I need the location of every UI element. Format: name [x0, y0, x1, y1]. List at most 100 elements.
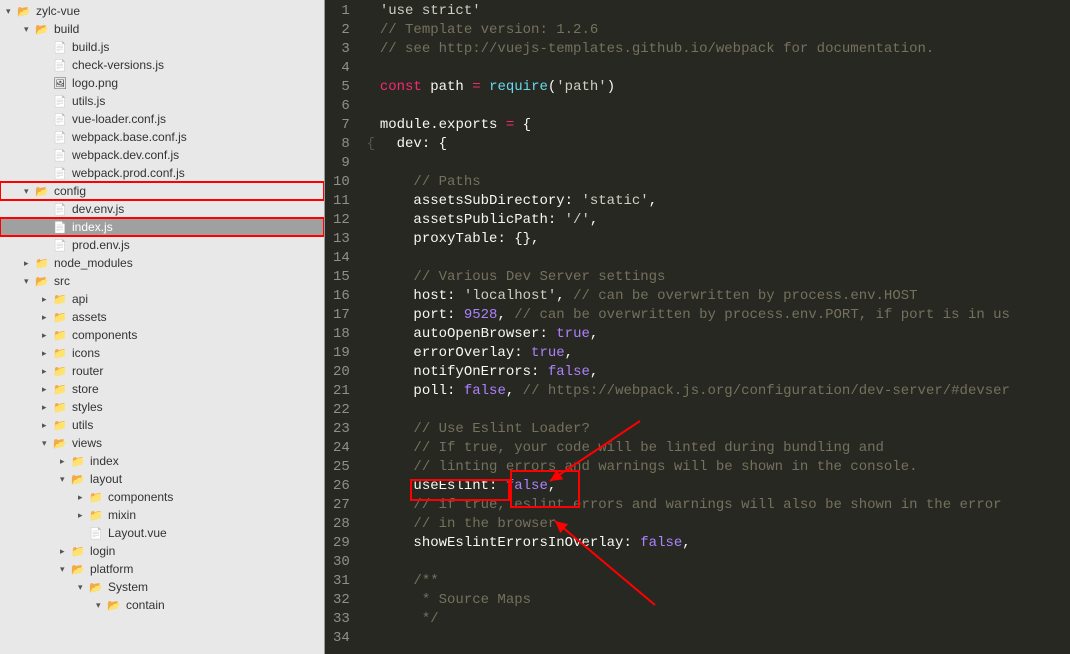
code-line[interactable]: assetsPublicPath: '/',: [380, 211, 1070, 230]
tree-item-node-modules[interactable]: ▸node_modules: [0, 254, 324, 272]
tree-item-label: platform: [90, 561, 133, 577]
tree-item-api[interactable]: ▸api: [0, 290, 324, 308]
code-line[interactable]: proxyTable: {},: [380, 230, 1070, 249]
code-line[interactable]: [380, 553, 1070, 572]
code-line[interactable]: 'use strict': [380, 2, 1070, 21]
tree-item-logo-png[interactable]: logo.png: [0, 74, 324, 92]
code-line[interactable]: // Paths: [380, 173, 1070, 192]
code-content[interactable]: 'use strict'// Template version: 1.2.6//…: [380, 2, 1070, 654]
folder-icon: [52, 346, 68, 360]
fold-marker: [362, 306, 380, 325]
code-line[interactable]: // see http://vuejs-templates.github.io/…: [380, 40, 1070, 59]
tree-item-zylc-vue[interactable]: ▾zylc-vue: [0, 2, 324, 20]
code-line[interactable]: [380, 154, 1070, 173]
folder-open-icon: [70, 562, 86, 576]
fold-marker: [362, 78, 380, 97]
file-tree-sidebar[interactable]: ▾zylc-vue▾buildbuild.jscheck-versions.js…: [0, 0, 325, 654]
fold-marker: [362, 629, 380, 648]
tree-item-check-versions-js[interactable]: check-versions.js: [0, 56, 324, 74]
tree-item-build-js[interactable]: build.js: [0, 38, 324, 56]
tree-item-webpack-dev-conf-js[interactable]: webpack.dev.conf.js: [0, 146, 324, 164]
line-number: 17: [333, 306, 350, 325]
tree-item-icons[interactable]: ▸icons: [0, 344, 324, 362]
code-line[interactable]: poll: false, // https://webpack.js.org/c…: [380, 382, 1070, 401]
code-line[interactable]: // in the browser.: [380, 515, 1070, 534]
line-number: 5: [333, 78, 350, 97]
fold-marker: [362, 59, 380, 78]
code-line[interactable]: notifyOnErrors: false,: [380, 363, 1070, 382]
code-line[interactable]: const path = require('path'): [380, 78, 1070, 97]
tree-item-label: dev.env.js: [72, 201, 124, 217]
code-line[interactable]: port: 9528, // can be overwritten by pro…: [380, 306, 1070, 325]
tree-item-router[interactable]: ▸router: [0, 362, 324, 380]
fold-marker: [362, 420, 380, 439]
tree-item-label: login: [90, 543, 115, 559]
fold-marker: [362, 2, 380, 21]
tree-item-webpack-base-conf-js[interactable]: webpack.base.conf.js: [0, 128, 324, 146]
tree-item-views[interactable]: ▾views: [0, 434, 324, 452]
tree-item-index[interactable]: ▸index: [0, 452, 324, 470]
code-editor[interactable]: 1234567891011121314151617181920212223242…: [325, 0, 1070, 654]
code-line[interactable]: errorOverlay: true,: [380, 344, 1070, 363]
code-line[interactable]: dev: {: [380, 135, 1070, 154]
tree-item-prod-env-js[interactable]: prod.env.js: [0, 236, 324, 254]
tree-item-system[interactable]: ▾System: [0, 578, 324, 596]
tree-item-layout[interactable]: ▾layout: [0, 470, 324, 488]
tree-item-login[interactable]: ▸login: [0, 542, 324, 560]
line-number: 15: [333, 268, 350, 287]
code-line[interactable]: // if true, eslint errors and warnings w…: [380, 496, 1070, 515]
file-icon: [88, 526, 104, 540]
tree-item-styles[interactable]: ▸styles: [0, 398, 324, 416]
code-line[interactable]: module.exports = {: [380, 116, 1070, 135]
tree-item-src[interactable]: ▾src: [0, 272, 324, 290]
tree-item-index-js[interactable]: index.js: [0, 218, 324, 236]
tree-item-build[interactable]: ▾build: [0, 20, 324, 38]
tree-item-contain[interactable]: ▾contain: [0, 596, 324, 614]
code-line[interactable]: showEslintErrorsInOverlay: false,: [380, 534, 1070, 553]
code-line[interactable]: assetsSubDirectory: 'static',: [380, 192, 1070, 211]
tree-item-utils-js[interactable]: utils.js: [0, 92, 324, 110]
tree-item-utils[interactable]: ▸utils: [0, 416, 324, 434]
code-line[interactable]: host: 'localhost', // can be overwritten…: [380, 287, 1070, 306]
code-line[interactable]: [380, 401, 1070, 420]
code-line[interactable]: // linting errors and warnings will be s…: [380, 458, 1070, 477]
tree-item-webpack-prod-conf-js[interactable]: webpack.prod.conf.js: [0, 164, 324, 182]
line-number: 31: [333, 572, 350, 591]
folder-icon: [88, 490, 104, 504]
fold-marker: [362, 553, 380, 572]
line-number: 6: [333, 97, 350, 116]
code-line[interactable]: // Various Dev Server settings: [380, 268, 1070, 287]
tree-item-mixin[interactable]: ▸mixin: [0, 506, 324, 524]
code-line[interactable]: // If true, your code will be linted dur…: [380, 439, 1070, 458]
code-line[interactable]: [380, 59, 1070, 78]
code-line[interactable]: * Source Maps: [380, 591, 1070, 610]
tree-item-layout-vue[interactable]: Layout.vue: [0, 524, 324, 542]
tree-item-label: api: [72, 291, 88, 307]
code-line[interactable]: useEslint: false,: [380, 477, 1070, 496]
line-number: 27: [333, 496, 350, 515]
code-line[interactable]: /**: [380, 572, 1070, 591]
tree-item-components[interactable]: ▸components: [0, 488, 324, 506]
tree-item-label: utils: [72, 417, 93, 433]
tree-item-vue-loader-conf-js[interactable]: vue-loader.conf.js: [0, 110, 324, 128]
chevron-icon: ▸: [78, 492, 88, 503]
code-line[interactable]: [380, 629, 1070, 648]
tree-item-dev-env-js[interactable]: dev.env.js: [0, 200, 324, 218]
code-line[interactable]: [380, 97, 1070, 116]
code-line[interactable]: [380, 249, 1070, 268]
code-line[interactable]: autoOpenBrowser: true,: [380, 325, 1070, 344]
tree-item-label: vue-loader.conf.js: [72, 111, 166, 127]
line-number-gutter: 1234567891011121314151617181920212223242…: [325, 2, 362, 654]
tree-item-config[interactable]: ▾config: [0, 182, 324, 200]
code-line[interactable]: */: [380, 610, 1070, 629]
fold-column: {: [362, 2, 380, 654]
chevron-icon: ▸: [60, 456, 70, 467]
tree-item-assets[interactable]: ▸assets: [0, 308, 324, 326]
code-line[interactable]: // Template version: 1.2.6: [380, 21, 1070, 40]
code-line[interactable]: // Use Eslint Loader?: [380, 420, 1070, 439]
line-number: 12: [333, 211, 350, 230]
chevron-icon: ▸: [78, 510, 88, 521]
tree-item-platform[interactable]: ▾platform: [0, 560, 324, 578]
tree-item-store[interactable]: ▸store: [0, 380, 324, 398]
tree-item-components[interactable]: ▸components: [0, 326, 324, 344]
